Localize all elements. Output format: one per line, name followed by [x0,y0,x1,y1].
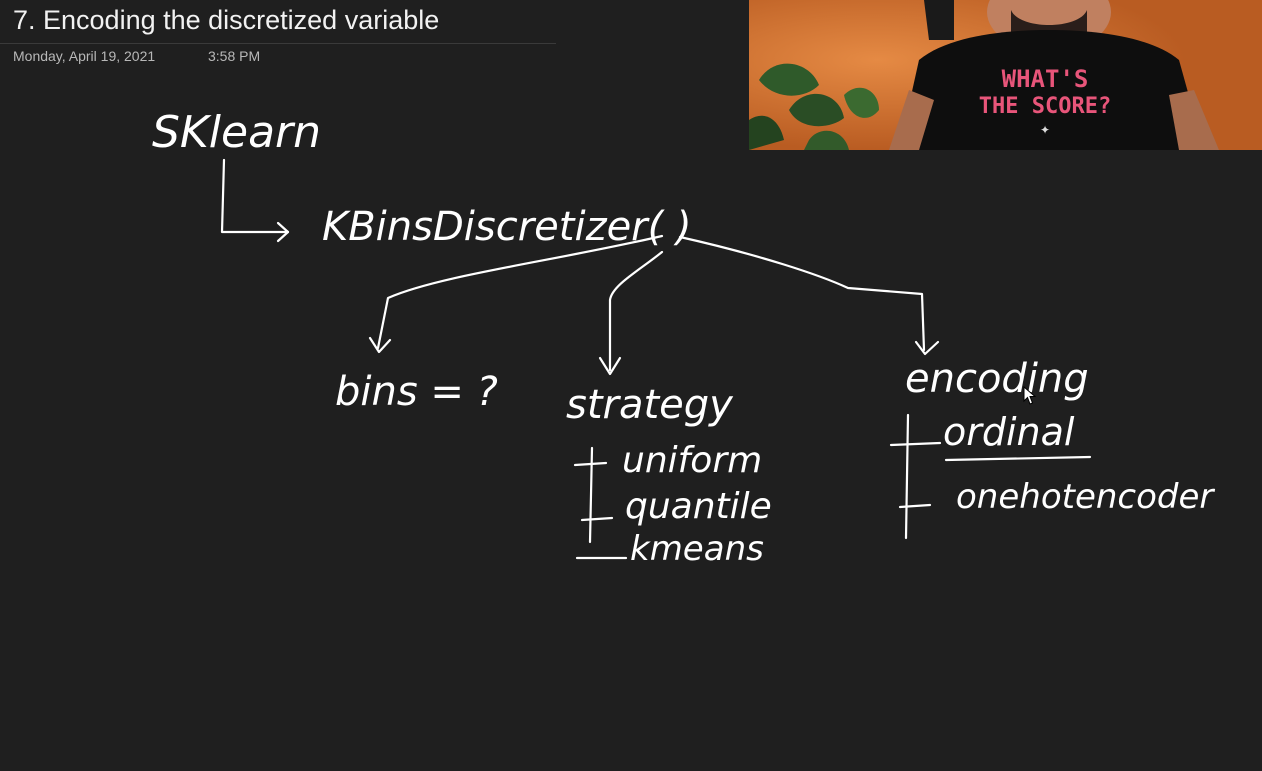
webcam-scene: WHAT'S THE SCORE? ✦ [749,0,1262,150]
encoding-option-ordinal: ordinal [943,410,1075,454]
strategy-option-uniform: uniform [622,440,762,481]
sklearn-arrow [220,158,290,234]
shirt-text-line2: THE SCORE? [979,94,1111,119]
shirt-text-line1: WHAT'S [1002,65,1089,93]
strategy-tick-uniform [573,461,608,467]
encoding-tree-trunk [904,413,910,540]
note-sklearn: SKlearn [152,107,321,158]
bins-branch-line [376,234,664,350]
shirt-logo-icon: ✦ [1040,123,1050,137]
encoding-tick-ordinal [889,441,942,447]
note-strategy: strategy [566,382,734,428]
note-encoding: encoding [905,356,1089,402]
encoding-tick-onehot [898,503,932,509]
strategy-branch-line [608,250,664,372]
webcam-video: WHAT'S THE SCORE? ✦ [749,0,1262,150]
mouse-pointer-icon [1023,386,1037,405]
strategy-option-kmeans: kmeans [630,529,764,569]
encoding-option-onehotencoder: onehotencoder [956,477,1215,517]
strategy-tree-trunk [588,446,594,544]
encoding-arrow-head [914,340,940,356]
encoding-branch-line [678,235,926,352]
strategy-option-quantile: quantile [625,486,772,527]
note-bins: bins = ? [335,369,498,415]
ordinal-underline [944,455,1092,462]
note-kbins-discretizer: KBinsDiscretizer( ) [322,204,692,250]
strategy-tick-quantile [580,516,614,522]
